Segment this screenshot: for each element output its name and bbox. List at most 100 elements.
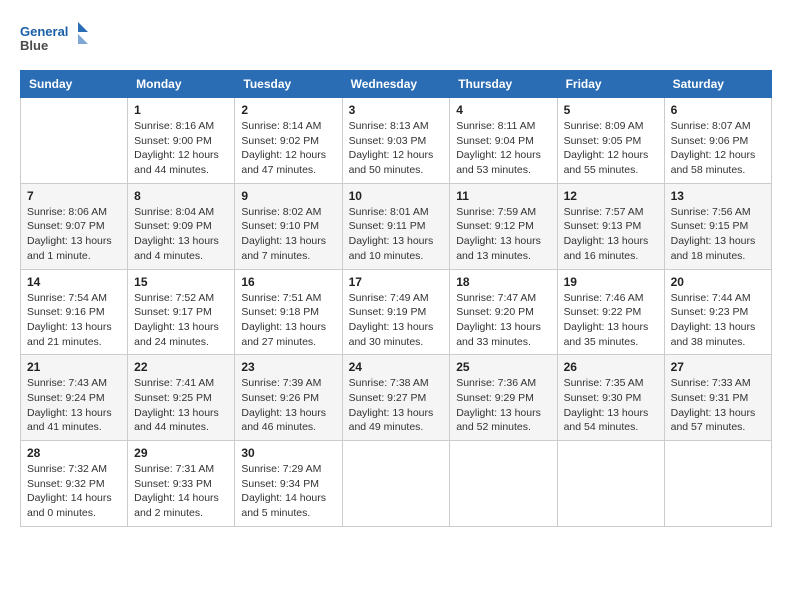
svg-text:Blue: Blue [20, 38, 48, 53]
day-info: Sunrise: 8:06 AM Sunset: 9:07 PM Dayligh… [27, 205, 121, 264]
calendar-cell: 28 Sunrise: 7:32 AM Sunset: 9:32 PM Dayli… [21, 441, 128, 527]
day-number: 21 [27, 360, 121, 374]
day-info: Sunrise: 7:54 AM Sunset: 9:16 PM Dayligh… [27, 291, 121, 350]
calendar-cell: 3Sunrise: 8:13 AM Sunset: 9:03 PM Daylig… [342, 98, 450, 184]
calendar-day-header: Monday [128, 71, 235, 98]
day-number: 3 [349, 103, 444, 117]
day-number: 24 [349, 360, 444, 374]
day-info: Sunrise: 8:14 AM Sunset: 9:02 PM Dayligh… [241, 119, 335, 178]
calendar-cell [450, 441, 557, 527]
day-info: Sunrise: 7:43 AM Sunset: 9:24 PM Dayligh… [27, 376, 121, 435]
day-info: Sunrise: 8:04 AM Sunset: 9:09 PM Dayligh… [134, 205, 228, 264]
day-info: Sunrise: 8:11 AM Sunset: 9:04 PM Dayligh… [456, 119, 550, 178]
calendar-cell: 10 Sunrise: 8:01 AM Sunset: 9:11 PM Dayli… [342, 183, 450, 269]
day-number: 19 [564, 275, 658, 289]
calendar-cell: 23 Sunrise: 7:39 AM Sunset: 9:26 PM Dayli… [235, 355, 342, 441]
calendar-cell: 1 Sunrise: 8:16 AM Sunset: 9:00 PM Daylig… [128, 98, 235, 184]
calendar-cell: 11 Sunrise: 7:59 AM Sunset: 9:12 PM Dayli… [450, 183, 557, 269]
calendar-cell: 17 Sunrise: 7:49 AM Sunset: 9:19 PM Dayli… [342, 269, 450, 355]
day-number: 26 [564, 360, 658, 374]
calendar-cell: 29Sunrise: 7:31 AM Sunset: 9:33 PM Dayli… [128, 441, 235, 527]
calendar-day-header: Tuesday [235, 71, 342, 98]
day-number: 22 [134, 360, 228, 374]
calendar-cell: 8 Sunrise: 8:04 AM Sunset: 9:09 PM Daylig… [128, 183, 235, 269]
calendar-day-header: Wednesday [342, 71, 450, 98]
calendar-table: SundayMondayTuesdayWednesdayThursdayFrid… [20, 70, 772, 527]
day-info: Sunrise: 7:36 AM Sunset: 9:29 PM Dayligh… [456, 376, 550, 435]
day-info: Sunrise: 7:35 AM Sunset: 9:30 PM Dayligh… [564, 376, 658, 435]
day-info: Sunrise: 7:33 AM Sunset: 9:31 PM Dayligh… [671, 376, 765, 435]
day-number: 11 [456, 189, 550, 203]
day-info: Sunrise: 7:38 AM Sunset: 9:27 PM Dayligh… [349, 376, 444, 435]
day-info: Sunrise: 7:57 AM Sunset: 9:13 PM Dayligh… [564, 205, 658, 264]
day-number: 20 [671, 275, 765, 289]
calendar-cell: 7Sunrise: 8:06 AM Sunset: 9:07 PM Daylig… [21, 183, 128, 269]
day-number: 12 [564, 189, 658, 203]
calendar-cell: 25 Sunrise: 7:36 AM Sunset: 9:29 PM Dayli… [450, 355, 557, 441]
day-info: Sunrise: 7:59 AM Sunset: 9:12 PM Dayligh… [456, 205, 550, 264]
logo: General Blue [20, 20, 90, 60]
calendar-cell: 30 Sunrise: 7:29 AM Sunset: 9:34 PM Dayli… [235, 441, 342, 527]
calendar-cell: 5Sunrise: 8:09 AM Sunset: 9:05 PM Daylig… [557, 98, 664, 184]
calendar-day-header: Saturday [664, 71, 771, 98]
calendar-day-header: Friday [557, 71, 664, 98]
day-number: 5 [564, 103, 658, 117]
calendar-header-row: SundayMondayTuesdayWednesdayThursdayFrid… [21, 71, 772, 98]
calendar-week-row: 28 Sunrise: 7:32 AM Sunset: 9:32 PM Dayli… [21, 441, 772, 527]
day-number: 1 [134, 103, 228, 117]
calendar-cell: 4 Sunrise: 8:11 AM Sunset: 9:04 PM Daylig… [450, 98, 557, 184]
day-info: Sunrise: 8:01 AM Sunset: 9:11 PM Dayligh… [349, 205, 444, 264]
calendar-cell [557, 441, 664, 527]
calendar-cell: 16 Sunrise: 7:51 AM Sunset: 9:18 PM Dayli… [235, 269, 342, 355]
day-info: Sunrise: 7:29 AM Sunset: 9:34 PM Dayligh… [241, 462, 335, 521]
day-info: Sunrise: 7:52 AM Sunset: 9:17 PM Dayligh… [134, 291, 228, 350]
day-number: 15 [134, 275, 228, 289]
day-info: Sunrise: 7:47 AM Sunset: 9:20 PM Dayligh… [456, 291, 550, 350]
calendar-cell: 6 Sunrise: 8:07 AM Sunset: 9:06 PM Daylig… [664, 98, 771, 184]
calendar-cell [342, 441, 450, 527]
calendar-week-row: 21 Sunrise: 7:43 AM Sunset: 9:24 PM Dayli… [21, 355, 772, 441]
day-info: Sunrise: 7:51 AM Sunset: 9:18 PM Dayligh… [241, 291, 335, 350]
calendar-cell: 22 Sunrise: 7:41 AM Sunset: 9:25 PM Dayli… [128, 355, 235, 441]
day-number: 2 [241, 103, 335, 117]
calendar-cell: 26 Sunrise: 7:35 AM Sunset: 9:30 PM Dayli… [557, 355, 664, 441]
day-number: 25 [456, 360, 550, 374]
day-info: Sunrise: 8:16 AM Sunset: 9:00 PM Dayligh… [134, 119, 228, 178]
calendar-day-header: Sunday [21, 71, 128, 98]
calendar-cell: 9 Sunrise: 8:02 AM Sunset: 9:10 PM Daylig… [235, 183, 342, 269]
calendar-week-row: 14Sunrise: 7:54 AM Sunset: 9:16 PM Dayli… [21, 269, 772, 355]
logo-svg: General Blue [20, 20, 90, 60]
calendar-cell: 14Sunrise: 7:54 AM Sunset: 9:16 PM Dayli… [21, 269, 128, 355]
calendar-week-row: 7Sunrise: 8:06 AM Sunset: 9:07 PM Daylig… [21, 183, 772, 269]
day-number: 17 [349, 275, 444, 289]
day-number: 6 [671, 103, 765, 117]
day-info: Sunrise: 7:39 AM Sunset: 9:26 PM Dayligh… [241, 376, 335, 435]
day-info: Sunrise: 7:49 AM Sunset: 9:19 PM Dayligh… [349, 291, 444, 350]
day-number: 8 [134, 189, 228, 203]
calendar-week-row: 1 Sunrise: 8:16 AM Sunset: 9:00 PM Daylig… [21, 98, 772, 184]
header: General Blue [20, 20, 772, 60]
calendar-cell: 15 Sunrise: 7:52 AM Sunset: 9:17 PM Dayli… [128, 269, 235, 355]
calendar-cell [664, 441, 771, 527]
calendar-day-header: Thursday [450, 71, 557, 98]
day-number: 18 [456, 275, 550, 289]
day-info: Sunrise: 7:46 AM Sunset: 9:22 PM Dayligh… [564, 291, 658, 350]
day-number: 4 [456, 103, 550, 117]
day-number: 30 [241, 446, 335, 460]
day-number: 9 [241, 189, 335, 203]
calendar-cell: 2 Sunrise: 8:14 AM Sunset: 9:02 PM Daylig… [235, 98, 342, 184]
day-number: 16 [241, 275, 335, 289]
calendar-cell: 24 Sunrise: 7:38 AM Sunset: 9:27 PM Dayli… [342, 355, 450, 441]
day-number: 23 [241, 360, 335, 374]
day-number: 27 [671, 360, 765, 374]
day-info: Sunrise: 7:32 AM Sunset: 9:32 PM Dayligh… [27, 462, 121, 521]
day-info: Sunrise: 8:07 AM Sunset: 9:06 PM Dayligh… [671, 119, 765, 178]
day-info: Sunrise: 8:02 AM Sunset: 9:10 PM Dayligh… [241, 205, 335, 264]
day-number: 29 [134, 446, 228, 460]
day-number: 28 [27, 446, 121, 460]
calendar-cell: 19 Sunrise: 7:46 AM Sunset: 9:22 PM Dayli… [557, 269, 664, 355]
calendar-cell: 12 Sunrise: 7:57 AM Sunset: 9:13 PM Dayli… [557, 183, 664, 269]
day-info: Sunrise: 7:41 AM Sunset: 9:25 PM Dayligh… [134, 376, 228, 435]
day-number: 10 [349, 189, 444, 203]
calendar-cell: 21 Sunrise: 7:43 AM Sunset: 9:24 PM Dayli… [21, 355, 128, 441]
